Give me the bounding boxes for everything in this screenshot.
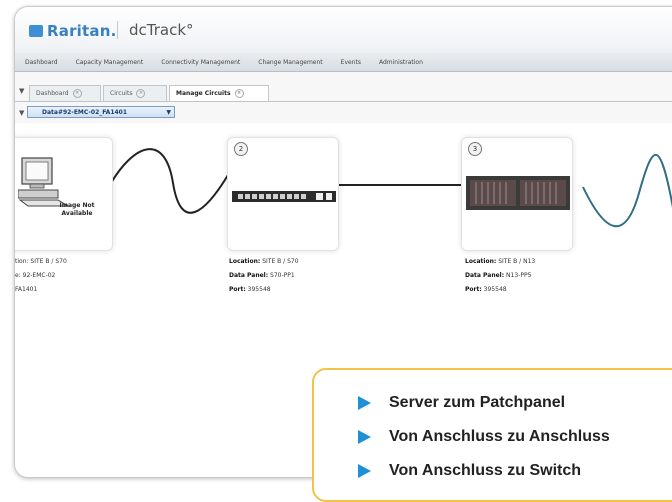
location-value: SITE B / S70 xyxy=(262,258,299,265)
menu-item-change-management[interactable]: Change Management xyxy=(258,59,322,66)
menu-item-capacity-management[interactable]: Capacity Management xyxy=(76,59,144,66)
switch-icon xyxy=(466,176,570,210)
location-label: Location: xyxy=(229,258,261,265)
triangle-bullet-icon xyxy=(358,396,371,410)
triangle-bullet-icon xyxy=(358,430,371,444)
node-number-badge: 2 xyxy=(234,142,248,156)
logo-icon xyxy=(29,25,43,37)
brand-name: Raritan. xyxy=(47,22,117,40)
close-icon[interactable]: × xyxy=(136,89,146,98)
title-divider xyxy=(117,21,118,39)
feature-callout: Server zum Patchpanel Von Anschluss zu A… xyxy=(312,368,672,502)
image-not-available-label: Image Not Available xyxy=(59,202,95,217)
menu-item-administration[interactable]: Administration xyxy=(379,59,423,66)
node-info-switch: Location: SITE B / N13 Data Panel: N13-P… xyxy=(465,255,535,297)
computer-icon xyxy=(18,157,70,207)
location-value: SITE B / N13 xyxy=(498,258,536,265)
tab-dashboard[interactable]: Dashboard × xyxy=(29,85,101,101)
collapse-icon[interactable]: ▼ xyxy=(19,109,24,117)
menu-item-connectivity-management[interactable]: Connectivity Management xyxy=(161,59,240,66)
tab-scroll-icon[interactable]: ▼ xyxy=(19,87,24,95)
menu-item-events[interactable]: Events xyxy=(341,59,361,66)
tab-row: ▼ Dashboard × Circuits × Manage Circuits… xyxy=(15,81,672,102)
tab-label: Dashboard xyxy=(36,90,69,97)
main-menu: Dashboard Capacity Management Connectivi… xyxy=(15,53,672,72)
tab-circuits[interactable]: Circuits × xyxy=(103,85,167,101)
triangle-bullet-icon xyxy=(358,464,371,478)
chevron-down-icon: ▼ xyxy=(166,109,171,116)
cable-server-to-panel xyxy=(110,148,229,214)
location-label: Location: xyxy=(465,258,497,265)
tab-label: Manage Circuits xyxy=(176,90,231,97)
callout-item-text: Von Anschluss zu Switch xyxy=(389,462,582,479)
callout-item-text: Von Anschluss zu Anschluss xyxy=(389,428,610,445)
location-text: tion: SITE B / S70 xyxy=(15,258,67,265)
node-card-patch-panel[interactable]: 2 xyxy=(227,137,339,251)
data-panel-value: N13-PP5 xyxy=(506,272,532,279)
callout-item: Server zum Patchpanel xyxy=(358,394,565,412)
data-panel-label: Data Panel: xyxy=(465,272,505,279)
tab-label: Circuits xyxy=(110,90,133,97)
close-icon[interactable]: × xyxy=(72,89,82,98)
title-bar: Raritan. dcTrack° xyxy=(15,7,672,53)
cable-panel-to-switch xyxy=(582,153,672,227)
port-label: Port: xyxy=(229,286,246,293)
port-value: 395548 xyxy=(247,286,271,293)
circuit-select[interactable]: Data#92-EMC-02_FA1401 ▼ xyxy=(27,106,175,118)
device-text: e: 92-EMC-02 xyxy=(15,272,56,279)
callout-item-text: Server zum Patchpanel xyxy=(389,394,566,411)
port-text: FA1401 xyxy=(15,286,38,293)
circuit-selector-row: ▼ Data#92-EMC-02_FA1401 ▼ xyxy=(15,103,672,121)
port-label: Port: xyxy=(465,286,482,293)
tab-manage-circuits[interactable]: Manage Circuits × xyxy=(169,85,269,101)
app-title: dcTrack° xyxy=(129,21,194,39)
menu-item-dashboard[interactable]: Dashboard xyxy=(25,59,58,66)
data-panel-label: Data Panel: xyxy=(229,272,269,279)
patch-panel-icon xyxy=(232,191,336,202)
node-card-server[interactable]: Image Not Available xyxy=(15,137,113,251)
raritan-logo: Raritan. xyxy=(29,22,116,40)
node-info-server: tion: SITE B / S70 e: 92-EMC-02 FA1401 xyxy=(15,255,67,297)
circuit-select-value: Data#92-EMC-02_FA1401 xyxy=(42,109,128,116)
node-number-badge: 3 xyxy=(468,142,482,156)
port-value: 395548 xyxy=(483,286,507,293)
callout-item: Von Anschluss zu Switch xyxy=(358,462,581,480)
node-info-patch-panel: Location: SITE B / S70 Data Panel: S70-P… xyxy=(229,255,299,297)
close-icon[interactable]: × xyxy=(234,89,244,98)
data-panel-value: S70-PP1 xyxy=(270,272,295,279)
node-card-switch[interactable]: 3 xyxy=(461,137,573,251)
callout-item: Von Anschluss zu Anschluss xyxy=(358,428,610,446)
